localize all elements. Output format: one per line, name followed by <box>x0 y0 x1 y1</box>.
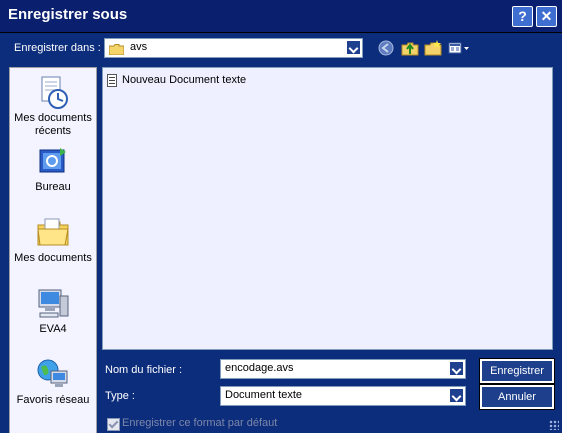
dialog-body: Enregistrer dans : avs Mes documents réc… <box>0 33 562 433</box>
back-icon[interactable] <box>378 40 396 56</box>
default-format-checkbox[interactable] <box>107 418 120 431</box>
chevron-down-icon[interactable] <box>346 40 361 55</box>
help-button[interactable]: ? <box>512 6 533 27</box>
title-bar[interactable]: Enregistrer sous ? ✕ <box>0 0 562 33</box>
place-computer[interactable]: EVA4 <box>10 286 96 336</box>
up-folder-icon[interactable] <box>401 40 419 56</box>
folder-icon <box>108 42 125 56</box>
place-label: Mes documents <box>14 252 92 264</box>
type-dropdown[interactable]: Document texte <box>220 386 466 406</box>
save-in-label: Enregistrer dans : <box>14 42 101 54</box>
save-in-value: avs <box>130 41 148 53</box>
filename-label: Nom du fichier : <box>105 364 183 376</box>
place-my-documents[interactable]: Mes documents <box>10 215 96 265</box>
chevron-down-icon[interactable] <box>449 361 464 376</box>
places-bar: Mes documents récents Bureau Mes documen… <box>9 67 97 433</box>
dialog-title: Enregistrer sous <box>8 6 128 23</box>
file-list[interactable]: Nouveau Document texte <box>102 67 553 350</box>
place-label: Bureau <box>35 181 71 193</box>
save-in-dropdown[interactable]: avs <box>104 38 363 58</box>
view-menu-icon[interactable] <box>448 40 470 56</box>
place-network[interactable]: Favoris réseau <box>10 357 96 407</box>
close-button[interactable]: ✕ <box>536 6 557 27</box>
filename-value: encodage.avs <box>225 362 294 374</box>
type-value: Document texte <box>225 389 303 401</box>
file-name: Nouveau Document texte <box>122 74 247 86</box>
default-format-label: Enregistrer ce format par défaut <box>122 417 278 429</box>
place-label: Favoris réseau <box>16 394 90 406</box>
filename-input[interactable]: encodage.avs <box>220 359 466 379</box>
type-label: Type : <box>105 390 135 402</box>
computer-icon <box>36 286 70 320</box>
place-desktop[interactable]: Bureau <box>10 144 96 194</box>
recent-documents-icon <box>36 75 70 109</box>
my-documents-icon <box>36 215 70 249</box>
chevron-down-icon[interactable] <box>449 388 464 403</box>
place-label: EVA4 <box>39 323 67 335</box>
cancel-button[interactable]: Annuler <box>480 385 554 409</box>
save-button[interactable]: Enregistrer <box>480 359 554 383</box>
desktop-icon <box>36 144 70 178</box>
network-places-icon <box>36 357 70 391</box>
place-recent-documents[interactable]: Mes documents récents <box>10 75 96 138</box>
text-document-icon <box>107 74 117 87</box>
resize-grip[interactable] <box>549 420 559 430</box>
place-label: Mes documents récents <box>14 112 92 137</box>
new-folder-icon[interactable] <box>424 40 442 56</box>
save-as-dialog: Enregistrer sous ? ✕ Enregistrer dans : … <box>0 0 562 433</box>
